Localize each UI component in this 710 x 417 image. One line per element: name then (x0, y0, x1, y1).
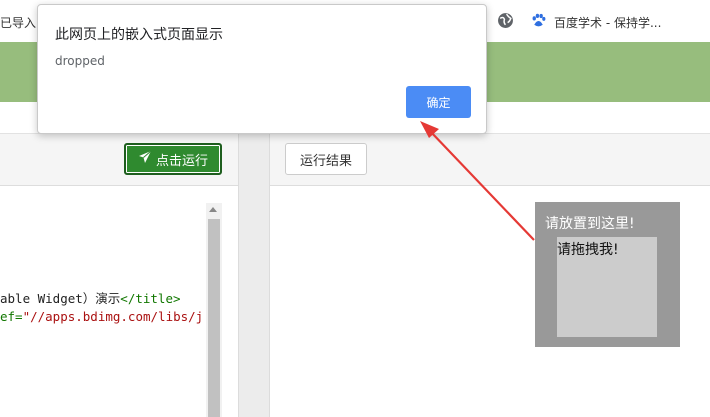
bookmark-imported[interactable]: 已导入 (0, 14, 36, 31)
code-token: "//apps.bdimg.com/libs/j (22, 309, 204, 324)
code-editor[interactable]: able Widget）演示</title> ef="//apps.bdimg.… (0, 187, 238, 417)
pane-splitter[interactable] (238, 134, 270, 417)
run-button-label: 点击运行 (155, 153, 208, 169)
editor-scrollbar[interactable] (206, 203, 222, 417)
droppable-label: 请放置到这里! (545, 216, 635, 232)
bookmark-baidu-scholar[interactable]: 百度学术 - 保持学... (554, 14, 661, 31)
baidu-paw-icon[interactable] (530, 12, 547, 29)
globe-icon[interactable] (497, 12, 514, 29)
code-token: </title> (120, 291, 181, 306)
run-button[interactable]: 点击运行 (124, 143, 222, 175)
dialog-title: 此网页上的嵌入式页面显示 (55, 27, 223, 43)
dialog-message: dropped (55, 54, 105, 68)
code-line: ef="//apps.bdimg.com/libs/j (0, 309, 203, 324)
dialog-ok-button[interactable]: 确定 (406, 86, 471, 118)
alert-dialog: 此网页上的嵌入式页面显示 dropped 确定 (37, 4, 487, 134)
code-token: able Widget）演示 (0, 291, 121, 306)
scrollbar-thumb[interactable] (208, 219, 220, 417)
code-line: able Widget）演示</title> (0, 288, 181, 307)
send-icon (138, 150, 152, 168)
code-token: ef= (0, 309, 23, 324)
draggable-label: 请拖拽我! (557, 242, 619, 258)
scroll-up-arrow-icon[interactable] (209, 207, 217, 212)
result-button[interactable]: 运行结果 (285, 143, 367, 175)
